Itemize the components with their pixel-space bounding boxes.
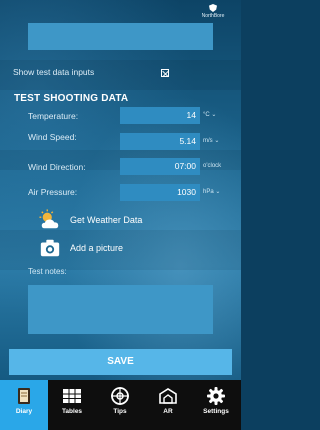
- tab-label: Settings: [203, 408, 229, 415]
- tab-label: Tips: [113, 408, 127, 415]
- air-pressure-label: Air Pressure:: [28, 187, 78, 197]
- top-text-field[interactable]: [28, 23, 213, 50]
- get-weather-label: Get Weather Data: [70, 215, 143, 225]
- show-test-data-checkbox[interactable]: [161, 69, 169, 77]
- add-picture-button[interactable]: Add a picture: [39, 237, 123, 259]
- test-notes-field[interactable]: [28, 285, 213, 334]
- air-pressure-field[interactable]: 1030: [120, 184, 200, 201]
- weather-icon: [39, 209, 59, 229]
- ar-icon: [159, 388, 177, 404]
- bottom-tab-bar: Diary Tables Tips AR Settings: [0, 380, 241, 430]
- tables-icon: [63, 389, 81, 403]
- tab-tips[interactable]: Tips: [96, 380, 144, 430]
- settings-icon: [207, 387, 225, 405]
- section-title: TEST SHOOTING DATA: [14, 93, 129, 104]
- add-picture-label: Add a picture: [70, 243, 124, 253]
- wind-speed-unit-label: m/s: [203, 138, 213, 144]
- show-test-data-label: Show test data inputs: [13, 67, 95, 77]
- wind-direction-field[interactable]: 07:00: [120, 158, 200, 175]
- test-notes-label: Test notes:: [28, 267, 67, 276]
- wind-direction-unit: o'clock: [203, 163, 222, 169]
- tab-diary[interactable]: Diary: [0, 380, 48, 430]
- brand-name: NorthBore: [201, 13, 225, 19]
- temperature-unit-label: °C: [203, 112, 210, 118]
- temperature-field[interactable]: 14: [120, 107, 200, 124]
- wind-speed-label: Wind Speed:: [28, 132, 77, 142]
- tab-settings[interactable]: Settings: [192, 380, 240, 430]
- tab-label: Diary: [15, 408, 33, 415]
- brand-logo: NorthBore: [196, 4, 230, 19]
- wind-speed-field[interactable]: 5.14: [120, 133, 200, 150]
- wind-direction-label: Wind Direction:: [28, 162, 86, 172]
- diary-icon: [18, 388, 30, 404]
- chevron-down-icon: ⌄: [214, 138, 220, 144]
- temperature-label: Temperature:: [28, 111, 79, 121]
- air-pressure-unit-label: hPa: [203, 189, 214, 195]
- tab-label: Tables: [61, 408, 83, 415]
- get-weather-button[interactable]: Get Weather Data: [39, 209, 142, 231]
- save-button[interactable]: SAVE: [9, 349, 232, 375]
- tab-ar[interactable]: AR: [144, 380, 192, 430]
- wind-speed-unit-select[interactable]: m/s ⌄: [203, 133, 219, 150]
- tab-label: AR: [163, 408, 173, 415]
- chevron-down-icon: ⌄: [215, 189, 221, 195]
- brand-shield-icon: [209, 4, 217, 12]
- air-pressure-unit-select[interactable]: hPa ⌄: [203, 184, 220, 201]
- tab-tables[interactable]: Tables: [48, 380, 96, 430]
- camera-icon: [40, 239, 60, 257]
- temperature-unit-select[interactable]: °C ⌄: [203, 107, 216, 124]
- chevron-down-icon: ⌄: [211, 112, 217, 118]
- tips-icon: [111, 387, 129, 405]
